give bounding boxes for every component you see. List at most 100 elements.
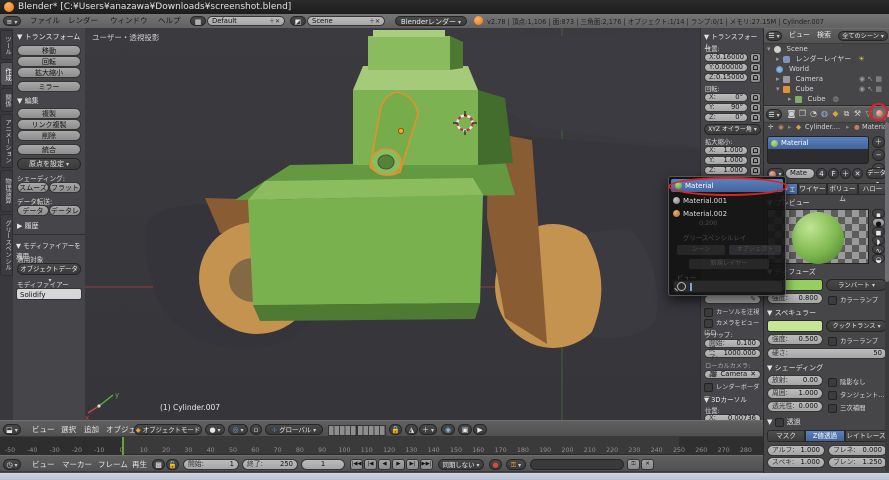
lock-icon[interactable] <box>750 113 761 123</box>
engine-selector[interactable]: Blenderレンダー▾ <box>395 16 467 26</box>
fresnel-slider[interactable]: フレネ:0.000 <box>828 445 887 456</box>
lock-icon[interactable] <box>750 93 761 103</box>
visibility-toggles[interactable]: ◉ ↖ ▦ <box>859 84 882 94</box>
loc-x-field[interactable]: X:0.16000 <box>704 53 748 62</box>
type-halo-button[interactable]: ハロー <box>858 183 887 195</box>
rot-x-field[interactable]: X:0° <box>704 93 748 102</box>
panel-history-title[interactable]: ▶ 履歴 <box>17 221 39 231</box>
viewport-3d[interactable]: y x <box>85 28 700 420</box>
preview-sphere-button[interactable]: ● <box>872 218 885 227</box>
layout-selector[interactable]: Default＋✕ <box>207 16 285 26</box>
ambient-slider[interactable]: 周囲:1.000 <box>767 388 823 399</box>
jump-to-start-button[interactable]: |◀◀ <box>350 459 363 470</box>
proportional-edit-dropdown[interactable]: ◉ <box>441 424 455 435</box>
lock-to-scene-toggle[interactable]: 🔒 <box>389 424 402 435</box>
scale-button[interactable]: 拡大縮小 <box>17 67 81 78</box>
scene-selector[interactable]: Scene＋✕ <box>307 16 385 26</box>
keying-set-icon-button[interactable]: ⚿▾ <box>506 459 526 470</box>
specular-panel-title[interactable]: ▼ スペキュラー <box>767 308 816 318</box>
insert-keyframe-button[interactable]: ⚿ <box>627 459 640 470</box>
render-opengl-anim-button[interactable]: ▶ <box>473 424 487 435</box>
delete-keyframe-button[interactable]: ✕ <box>641 459 654 470</box>
menu-search[interactable]: 検索 <box>811 28 837 43</box>
data-layout-button[interactable]: データレ <box>49 205 81 216</box>
play-button[interactable]: ▶ <box>392 459 405 470</box>
outliner-row-camera[interactable]: ▸Camera <box>776 74 823 84</box>
preview-sky-button[interactable]: ◒ <box>872 254 885 263</box>
lock-icon[interactable] <box>750 73 761 83</box>
outliner-row-render-layers[interactable]: ▸レンダーレイヤー☀ <box>776 54 865 64</box>
clip-end-field[interactable]: 終了:1000.000 <box>704 349 761 358</box>
visibility-toggles[interactable]: ◉ ↖ ▦ <box>859 74 882 84</box>
panel-edit-title[interactable]: ▼ 編集 <box>17 96 39 106</box>
preview-hair-button[interactable]: ∿ <box>872 245 885 254</box>
duplicate-button[interactable]: 複製 <box>17 108 81 119</box>
popup-item-material-002[interactable]: Material.002 <box>669 207 785 220</box>
scene-icon-button[interactable]: ◩ <box>290 16 306 26</box>
frame-end-field[interactable]: 終了:250 <box>242 459 298 470</box>
rot-y-field[interactable]: Y:90° <box>704 103 748 112</box>
join-button[interactable]: 統合 <box>17 144 81 155</box>
material-name-field[interactable]: Mate <box>785 168 815 179</box>
editor-type-button[interactable]: ≡▾ <box>3 16 21 26</box>
outliner-row-cube-data[interactable]: ▸Cube◍ <box>788 94 839 104</box>
type-volume-button[interactable]: ボリューム <box>827 183 858 195</box>
layers-widget-right[interactable] <box>357 425 386 436</box>
play-reverse-button[interactable]: ◀ <box>378 459 391 470</box>
editor-type-button[interactable]: ⬓▾ <box>3 424 21 435</box>
alpha-slider[interactable]: アルフ:1.000 <box>767 445 825 456</box>
delete-button[interactable]: 削除 <box>17 130 81 141</box>
set-origin-dropdown[interactable]: 原点を設定▾ <box>17 158 81 170</box>
tank-hull-front[interactable] <box>248 195 483 305</box>
pivot-point-dropdown[interactable]: ◎▾ <box>228 424 248 435</box>
transp-raytrace-button[interactable]: レイトレース <box>845 430 887 442</box>
emit-slider[interactable]: 放射:0.00 <box>767 375 823 386</box>
frame-start-field[interactable]: 開始:1 <box>183 459 239 470</box>
current-frame-field[interactable]: 1 <box>301 459 345 470</box>
loc-y-field[interactable]: Y:0.00000 <box>704 63 748 72</box>
lock-cursor-checkbox[interactable]: カーソルを注視 <box>704 307 759 317</box>
panel-transform-title[interactable]: ▼ トランスフォーム <box>17 32 80 42</box>
snap-toggle[interactable]: ◮ <box>405 424 418 435</box>
pivot-align-toggle[interactable]: ▫ <box>250 424 262 435</box>
menu-window[interactable]: ウィンドウ <box>104 13 154 28</box>
diffuse-ramp-checkbox[interactable]: カラーランプ <box>828 295 878 305</box>
rot-z-field[interactable]: Z:0° <box>704 113 748 122</box>
properties-scrollbar[interactable] <box>885 122 889 472</box>
translucency-slider[interactable]: 透光性:0.000 <box>767 401 823 412</box>
mirror-button[interactable]: ミラー <box>17 81 81 92</box>
preview-cube-button[interactable]: ◼ <box>872 227 885 236</box>
specular-color-swatch[interactable] <box>767 320 823 332</box>
menu-file[interactable]: ファイル <box>24 13 66 28</box>
preview-flat-button[interactable]: ▪ <box>872 209 885 218</box>
popup-search-bar[interactable] <box>673 280 783 293</box>
frame-lock-toggle[interactable]: 🔓 <box>166 459 179 470</box>
lock-icon[interactable] <box>750 156 761 166</box>
hardness-slider[interactable]: 硬さ:50 <box>767 348 887 359</box>
preview-monkey-button[interactable]: ◗ <box>872 236 885 245</box>
tab-animation[interactable]: アニメーション <box>0 114 13 168</box>
render-opengl-image-button[interactable]: ▣ <box>458 424 472 435</box>
type-wire-button[interactable]: ワイヤー <box>798 183 827 195</box>
lock-to-object-field[interactable]: ✎ <box>704 295 761 304</box>
tank-cupola-front[interactable] <box>368 36 450 70</box>
lock-icon[interactable] <box>750 63 761 73</box>
lock-icon[interactable] <box>750 103 761 113</box>
timeline-strip[interactable]: -50-40-30-20-100102030405060708090100110… <box>0 437 763 455</box>
users-count-button[interactable]: 4 <box>816 168 827 179</box>
shadeless-checkbox[interactable]: 陰影なし <box>828 377 866 387</box>
data-button[interactable]: データ <box>17 205 49 216</box>
diffuse-shader-dropdown[interactable]: ランバート▾ <box>826 279 887 291</box>
lock-icon[interactable] <box>750 166 761 176</box>
layers-widget-left[interactable] <box>328 425 357 436</box>
layout-icon-button[interactable]: ▦ <box>190 16 206 26</box>
data-pin-dropdown[interactable]: データ▾ <box>866 168 887 179</box>
new-material-button[interactable]: ＋ <box>840 168 851 179</box>
smooth-button[interactable]: スムーズ <box>17 182 49 193</box>
jump-to-end-button[interactable]: ▶▶| <box>420 459 433 470</box>
move-button[interactable]: 移動 <box>17 45 81 56</box>
menu-playback[interactable]: 再生 <box>126 457 153 472</box>
breadcrumb-material[interactable]: Materia <box>862 123 887 131</box>
shading-panel-title[interactable]: ▼ シェーディング <box>767 363 823 373</box>
cubic-checkbox[interactable]: 三次補間 <box>828 403 866 413</box>
